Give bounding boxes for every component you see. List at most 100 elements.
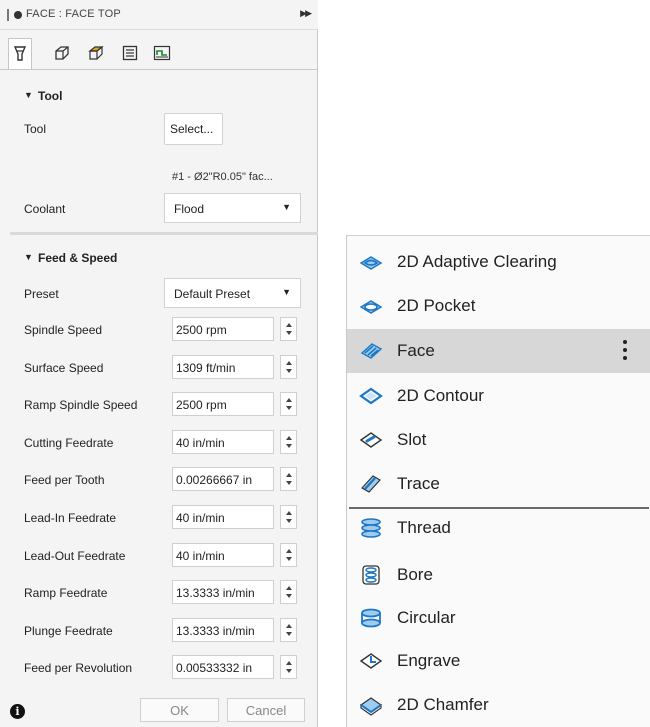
feed-speed-section-header[interactable]: ▼ Feed & Speed <box>0 244 318 272</box>
feed-per-revolution-stepper[interactable] <box>280 655 297 679</box>
passes-tab[interactable] <box>118 40 142 66</box>
menu-item-thread[interactable]: Thread <box>347 506 650 550</box>
ramp-feedrate-stepper[interactable] <box>280 580 297 604</box>
thread-icon <box>359 516 383 540</box>
dialog-footer: i OK Cancel <box>0 696 318 727</box>
dropdown-arrow-icon: ▼ <box>282 287 291 297</box>
passes-list-icon <box>122 45 138 61</box>
menu-item-2d-contour[interactable]: 2D Contour <box>347 374 650 418</box>
plunge-feedrate-stepper[interactable] <box>280 618 297 642</box>
stepper-down-icon[interactable] <box>286 331 292 335</box>
tool-tab[interactable] <box>8 38 32 69</box>
tool-select-button[interactable]: Select... <box>164 113 223 145</box>
stepper-down-icon[interactable] <box>286 369 292 373</box>
menu-item-label: 2D Adaptive Clearing <box>397 252 557 271</box>
stepper-up-icon[interactable] <box>286 661 292 665</box>
lead-out-feedrate-input[interactable]: 40 in/min <box>172 543 274 567</box>
spindle-speed-input[interactable]: 2500 rpm <box>172 317 274 341</box>
ramp-spindle-speed-stepper[interactable] <box>280 392 297 416</box>
tool-section-header[interactable]: ▼ Tool <box>0 82 318 110</box>
menu-item-label: Trace <box>397 474 440 493</box>
menu-item-face[interactable]: Face <box>347 329 650 373</box>
collapse-triangle-icon[interactable]: ▼ <box>24 90 33 100</box>
linking-icon <box>153 45 171 61</box>
feed-per-tooth-stepper[interactable] <box>280 467 297 491</box>
stepper-up-icon[interactable] <box>286 549 292 553</box>
heights-box-icon <box>88 45 104 60</box>
menu-item-label: Circular <box>397 608 456 627</box>
dialog-title-bar[interactable]: FACE : FACE TOP ▶▶ <box>0 0 318 30</box>
preset-dropdown[interactable]: Default Preset ▼ <box>164 278 301 308</box>
ok-button[interactable]: OK <box>140 698 219 722</box>
ramp-spindle-speed-input[interactable]: 2500 rpm <box>172 392 274 416</box>
menu-item-label: 2D Pocket <box>397 296 476 315</box>
stepper-up-icon[interactable] <box>286 436 292 440</box>
face-icon <box>359 339 383 363</box>
surface-speed-input[interactable]: 1309 ft/min <box>172 355 274 379</box>
plunge-feedrate-input[interactable]: 13.3333 in/min <box>172 618 274 642</box>
geometry-tab[interactable] <box>50 40 74 66</box>
face-operation-dialog: FACE : FACE TOP ▶▶ ▼ Tool Tool Select...… <box>0 0 318 727</box>
stepper-down-icon[interactable] <box>286 519 292 523</box>
lead-out-feedrate-stepper[interactable] <box>280 543 297 567</box>
cutting-feedrate-label: Cutting Feedrate <box>24 436 114 450</box>
stepper-up-icon[interactable] <box>286 361 292 365</box>
stepper-down-icon[interactable] <box>286 444 292 448</box>
collapse-triangle-icon[interactable]: ▼ <box>24 252 33 262</box>
menu-item-engrave[interactable]: Engrave <box>347 639 650 683</box>
menu-item-label: Thread <box>397 518 451 537</box>
stepper-down-icon[interactable] <box>286 557 292 561</box>
circular-icon <box>359 606 383 630</box>
stepper-up-icon[interactable] <box>286 473 292 477</box>
chamfer-icon <box>359 693 383 717</box>
menu-separator <box>349 507 649 509</box>
feed-per-revolution-label: Feed per Revolution <box>24 661 133 675</box>
geometry-box-icon <box>55 46 69 60</box>
heights-tab[interactable] <box>84 40 108 66</box>
stepper-down-icon[interactable] <box>286 594 292 598</box>
cutting-feedrate-stepper[interactable] <box>280 430 297 454</box>
menu-item-label: Engrave <box>397 651 461 670</box>
spindle-speed-stepper[interactable] <box>280 317 297 341</box>
menu-item-circular[interactable]: Circular <box>347 596 650 640</box>
coolant-label: Coolant <box>24 202 66 216</box>
cancel-button[interactable]: Cancel <box>227 698 305 722</box>
stepper-down-icon[interactable] <box>286 632 292 636</box>
menu-item-label: 2D Chamfer <box>397 695 489 714</box>
stepper-up-icon[interactable] <box>286 586 292 590</box>
linking-tab[interactable] <box>150 40 174 66</box>
coolant-dropdown[interactable]: Flood ▼ <box>164 193 301 223</box>
status-dot-icon <box>14 11 22 19</box>
surface-speed-stepper[interactable] <box>280 355 297 379</box>
more-options-icon[interactable] <box>623 340 627 362</box>
feed-per-tooth-input[interactable]: 0.00266667 in <box>172 467 274 491</box>
ramp-feedrate-input[interactable]: 13.3333 in/min <box>172 580 274 604</box>
stepper-up-icon[interactable] <box>286 398 292 402</box>
stepper-up-icon[interactable] <box>286 511 292 515</box>
info-icon[interactable]: i <box>10 704 25 719</box>
lead-in-feedrate-stepper[interactable] <box>280 505 297 529</box>
lead-in-feedrate-label: Lead-In Feedrate <box>24 511 117 525</box>
menu-item-2d-pocket[interactable]: 2D Pocket <box>347 284 650 328</box>
menu-item-2d-chamfer[interactable]: 2D Chamfer <box>347 683 650 727</box>
tool-holder-icon <box>13 46 27 61</box>
drag-grip-icon[interactable] <box>7 9 9 21</box>
stepper-down-icon[interactable] <box>286 481 292 485</box>
menu-item-2d-adaptive-clearing[interactable]: 2D Adaptive Clearing <box>347 240 650 284</box>
stepper-up-icon[interactable] <box>286 624 292 628</box>
menu-item-label: 2D Contour <box>397 386 484 405</box>
lead-in-feedrate-input[interactable]: 40 in/min <box>172 505 274 529</box>
stepper-down-icon[interactable] <box>286 406 292 410</box>
surface-speed-label: Surface Speed <box>24 361 104 375</box>
menu-item-trace[interactable]: Trace <box>347 462 650 506</box>
cutting-feedrate-input[interactable]: 40 in/min <box>172 430 274 454</box>
menu-item-bore[interactable]: Bore <box>347 553 650 597</box>
stepper-down-icon[interactable] <box>286 669 292 673</box>
menu-item-label: Bore <box>397 565 433 584</box>
slot-icon <box>359 428 383 452</box>
spindle-speed-label: Spindle Speed <box>24 323 103 337</box>
expand-panel-icon[interactable]: ▶▶ <box>300 8 312 19</box>
feed-per-revolution-input[interactable]: 0.00533332 in <box>172 655 274 679</box>
stepper-up-icon[interactable] <box>286 323 292 327</box>
menu-item-slot[interactable]: Slot <box>347 418 650 462</box>
